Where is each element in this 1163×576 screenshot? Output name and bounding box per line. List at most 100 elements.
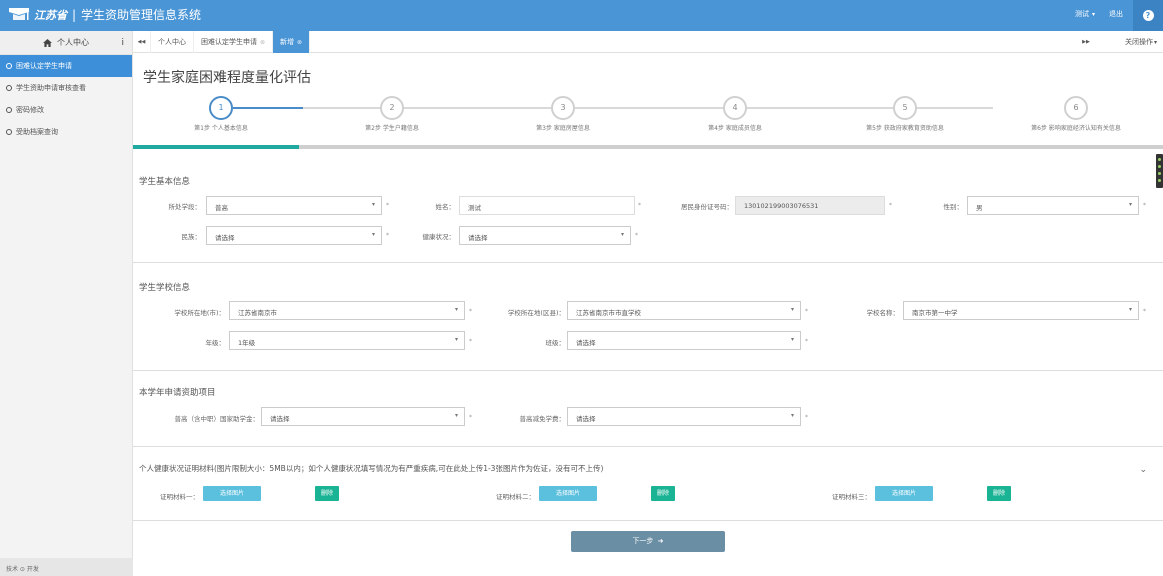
step-2-label: 第2步 学生户籍信息 bbox=[365, 125, 419, 132]
chevron-down-icon[interactable]: ⌄ bbox=[1139, 465, 1147, 475]
caret-down-icon: ▾ bbox=[1128, 306, 1132, 313]
top-navbar: 江苏省 | 学生资助管理信息系统 测试 ▾ 退出 ? bbox=[0, 0, 1163, 31]
school-name-select[interactable]: 南京市第一中学 ▾ bbox=[903, 301, 1139, 320]
gender-label: 性别： bbox=[943, 203, 964, 211]
select-value: 请选择 bbox=[270, 415, 290, 423]
select-value: 请选择 bbox=[468, 234, 488, 242]
step-wizard: 1 第1步 个人基本信息 2 第2步 学生户籍信息 3 第3步 家庭房屋信息 4… bbox=[133, 96, 1163, 142]
close-icon[interactable]: ⊗ bbox=[297, 39, 302, 46]
health-label: 健康状况： bbox=[422, 233, 456, 241]
step-5-circle[interactable]: 5 bbox=[893, 96, 917, 120]
select-value: 1年级 bbox=[238, 339, 256, 347]
caret-down-icon: ▾ bbox=[1128, 201, 1132, 208]
help-button[interactable]: ? bbox=[1133, 0, 1163, 31]
section-aid-project: 本学年申请资助项目 普高（含中职）国家助学金： 请选择 ▾ * 普高减免学费： … bbox=[133, 371, 1163, 447]
select-value: 请选择 bbox=[576, 339, 596, 347]
required-mark: * bbox=[386, 232, 389, 239]
grant-select[interactable]: 请选择 ▾ bbox=[261, 407, 465, 426]
step-4-circle[interactable]: 4 bbox=[723, 96, 747, 120]
required-mark: * bbox=[889, 202, 892, 209]
page-title: 学生家庭困难程度量化评估 bbox=[143, 70, 311, 86]
section-title: 学生学校信息 bbox=[139, 283, 191, 293]
sidebar-item-label: 困难认定学生申请 bbox=[16, 62, 72, 70]
next-step-button[interactable]: 下一步 ➜ bbox=[571, 531, 725, 552]
class-label: 班级： bbox=[545, 339, 566, 347]
proof-2-delete-button[interactable]: 删除 bbox=[651, 486, 675, 501]
proof-1-pick-button[interactable]: 选择图片 bbox=[203, 486, 261, 501]
school-city-select[interactable]: 江苏省南京市 ▾ bbox=[229, 301, 465, 320]
sidebar-footer: 技术 ⊙ 开发 bbox=[0, 558, 133, 576]
required-mark: * bbox=[386, 202, 389, 209]
tab-difficulty-application[interactable]: 困难认定学生申请 ⊗ bbox=[194, 31, 274, 53]
sidebar-item-archive[interactable]: 受助档案查询 bbox=[0, 121, 132, 143]
tab-next-button[interactable]: ▶▶ bbox=[1077, 31, 1095, 53]
close-operations-menu[interactable]: 关闭操作 ▾ bbox=[1125, 31, 1157, 53]
logout-link[interactable]: 退出 bbox=[1109, 9, 1123, 19]
sidebar-item-password[interactable]: 密码修改 bbox=[0, 99, 132, 121]
grade-select[interactable]: 1年级 ▾ bbox=[229, 331, 465, 350]
caret-down-icon: ▾ bbox=[454, 412, 458, 419]
sidebar-item-label: 受助档案查询 bbox=[16, 128, 58, 136]
school-district-label: 学校所在地(区县)： bbox=[507, 309, 565, 317]
proof-3-label: 证明材料三： bbox=[832, 493, 871, 501]
select-value: 江苏省南京市 bbox=[238, 309, 277, 317]
stage-label: 所处学段： bbox=[168, 203, 202, 211]
stage-select[interactable]: 普高 ▾ bbox=[206, 196, 382, 215]
id-number-field[interactable]: 130102199003076531 bbox=[735, 196, 885, 215]
select-value: 男 bbox=[976, 204, 983, 212]
tab-new[interactable]: 新增 ⊗ bbox=[273, 31, 311, 53]
step-1-circle[interactable]: 1 bbox=[209, 96, 233, 120]
circle-icon bbox=[6, 129, 12, 135]
ethnicity-select[interactable]: 请选择 ▾ bbox=[206, 226, 382, 245]
name-field[interactable]: 测试 bbox=[459, 196, 635, 215]
health-select[interactable]: 请选择 ▾ bbox=[459, 226, 631, 245]
caret-down-icon: ▾ bbox=[371, 231, 375, 238]
sidebar-toggle-icon[interactable]: i bbox=[121, 38, 124, 48]
grant-label: 普高（含中职）国家助学金： bbox=[174, 415, 260, 423]
step-5-label: 第5步 获政府家教育资助信息 bbox=[866, 125, 944, 132]
gender-select[interactable]: 男 ▾ bbox=[967, 196, 1139, 215]
id-label: 居民身份证号码： bbox=[681, 203, 733, 211]
proof-2-label: 证明材料二： bbox=[496, 493, 535, 501]
proof-3-pick-button[interactable]: 选择图片 bbox=[875, 486, 933, 501]
circle-icon bbox=[6, 63, 12, 69]
double-left-arrow-icon: ◀◀ bbox=[137, 39, 146, 45]
waiver-select[interactable]: 请选择 ▾ bbox=[567, 407, 801, 426]
sidebar: 个人中心 i 困难认定学生申请 学生资助申请审核查看 密码修改 受助档案查询 技… bbox=[0, 31, 133, 576]
step-3-circle[interactable]: 3 bbox=[551, 96, 575, 120]
caret-down-icon: ▾ bbox=[371, 201, 375, 208]
required-mark: * bbox=[1143, 308, 1146, 315]
tab-prev-button[interactable]: ◀◀ bbox=[133, 31, 151, 53]
proof-3-delete-button[interactable]: 删除 bbox=[987, 486, 1011, 501]
ethnicity-label: 民族： bbox=[181, 233, 202, 241]
proof-1-delete-button[interactable]: 删除 bbox=[315, 486, 339, 501]
tab-personal-center[interactable]: 个人中心 bbox=[151, 31, 194, 53]
section-title: 学生基本信息 bbox=[139, 177, 191, 187]
sidebar-item-aid-review[interactable]: 学生资助申请审核查看 bbox=[0, 77, 132, 99]
sidebar-item-difficulty-application[interactable]: 困难认定学生申请 bbox=[0, 55, 132, 77]
step-6-circle[interactable]: 6 bbox=[1064, 96, 1088, 120]
caret-down-icon: ▾ bbox=[620, 231, 624, 238]
main-content: 学生家庭困难程度量化评估 1 第1步 个人基本信息 2 第2步 学生户籍信息 3… bbox=[133, 53, 1163, 576]
proof-2-pick-button[interactable]: 选择图片 bbox=[539, 486, 597, 501]
step-2-circle[interactable]: 2 bbox=[380, 96, 404, 120]
section-health-proof: 个人健康状况证明材料(图片限制大小：5MB以内；如个人健康状况填写情况为有严重疾… bbox=[133, 447, 1163, 521]
caret-down-icon: ▾ bbox=[454, 336, 458, 343]
logo-separator: | bbox=[72, 7, 77, 22]
select-value: 江苏省南京市市直学校 bbox=[576, 309, 641, 317]
user-menu[interactable]: 测试 bbox=[1075, 9, 1089, 19]
class-select[interactable]: 请选择 ▾ bbox=[567, 331, 801, 350]
section-title: 本学年申请资助项目 bbox=[139, 388, 216, 398]
home-icon bbox=[43, 38, 52, 47]
close-icon[interactable]: ⊗ bbox=[260, 39, 265, 46]
caret-down-icon: ▾ bbox=[790, 412, 794, 419]
caret-down-icon: ▾ bbox=[1153, 38, 1157, 46]
name-label: 姓名： bbox=[435, 203, 456, 211]
school-district-select[interactable]: 江苏省南京市市直学校 ▾ bbox=[567, 301, 801, 320]
select-value: 普高 bbox=[215, 204, 228, 212]
circle-icon bbox=[6, 107, 12, 113]
sidebar-title: 个人中心 bbox=[57, 38, 89, 47]
logo-text: 江苏省 bbox=[34, 8, 67, 22]
input-value: 130102199003076531 bbox=[744, 202, 819, 210]
grade-label: 年级： bbox=[205, 339, 226, 347]
